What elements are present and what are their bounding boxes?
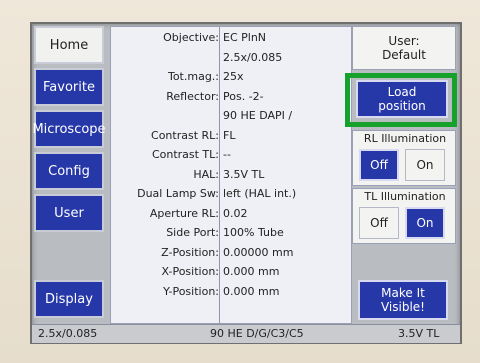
info-row-label: Reflector: [166,89,219,103]
info-row-label: HAL: [193,167,219,181]
info-row: X-Position: 0.000 mm [111,265,351,280]
info-row: Objective: EC PlnN [111,31,351,46]
nav-home-button[interactable]: Home [34,26,104,64]
rl-off-toggle[interactable]: Off [359,149,399,181]
info-row-label: Contrast RL: [151,128,219,142]
info-row: Z-Position: 0.00000 mm [111,246,351,261]
info-row-value: 0.02 [223,206,248,220]
info-row: Y-Position: 0.000 mm [111,285,351,300]
info-row: Reflector: Pos. -2- [111,90,351,105]
info-row-label: Y-Position: [163,284,219,298]
info-row-value: 25x [223,70,244,83]
info-row: HAL: 3.5V TL [111,168,351,183]
info-row-value: 2.5x/0.085 [223,50,283,64]
info-row: Contrast RL: FL [111,129,351,144]
user-label: User: [388,34,420,48]
nav-user-button[interactable]: User [34,194,104,232]
info-row-value: 0.000 mm [223,265,280,278]
info-row-label: Tot.mag.: [167,70,219,83]
left-nav: Home Favorite Microscope Config User Dis… [32,24,108,324]
info-row-value: EC PlnN [223,31,267,44]
info-row-label: Contrast TL: [151,148,219,161]
info-row-value: 90 HE DAPI / [223,109,293,122]
load-position-line2: position [378,99,426,113]
status-lamp: 3.5V TL [398,327,440,340]
info-row-value: Pos. -2- [223,89,264,103]
nav-config-button[interactable]: Config [34,152,104,190]
user-indicator: User: Default [352,26,456,70]
info-row-value: 0.00000 mm [223,245,294,259]
info-row: Dual Lamp Sw: left (HAL int.) [111,187,351,202]
info-row-value: 0.000 mm [223,284,280,298]
make-visible-line2: Visible! [380,300,425,314]
info-row-value: 3.5V TL [223,167,265,181]
info-row: 2.5x/0.085 [111,51,351,66]
tl-illumination-label: TL Illumination [364,190,446,203]
touch-screen: Home Favorite Microscope Config User Dis… [30,22,462,344]
rl-illumination-group: RL Illumination Off On [352,130,456,186]
info-row-label: X-Position: [161,265,220,278]
info-row: 90 HE DAPI / [111,109,351,124]
info-row-value: 100% Tube [223,226,284,239]
user-name: Default [382,48,426,62]
info-row-value: left (HAL int.) [223,187,297,200]
nav-favorite-button[interactable]: Favorite [34,68,104,106]
info-row-label: Side Port: [166,226,219,239]
status-objective: 2.5x/0.085 [38,327,98,340]
load-position-button[interactable]: Load position [356,80,448,118]
microscope-info-panel: Objective: EC PlnN 2.5x/0.085 Tot.mag.: 25x R… [110,26,352,324]
info-row-label: Dual Lamp Sw: [137,187,219,200]
tl-illumination-group: TL Illumination Off On [352,188,456,244]
make-it-visible-button[interactable]: Make It Visible! [358,280,448,320]
make-visible-line1: Make It [381,286,425,300]
nav-display-button[interactable]: Display [34,280,104,318]
info-row-value: -- [223,148,231,161]
rl-illumination-label: RL Illumination [363,132,447,145]
tl-on-toggle[interactable]: On [405,207,445,239]
load-position-line1: Load [387,85,417,99]
tl-off-toggle[interactable]: Off [359,207,399,239]
right-panel: User: Default Load position RL Illuminat… [345,26,457,322]
nav-microscope-button[interactable]: Microscope [32,110,106,148]
rl-on-toggle[interactable]: On [405,149,445,181]
status-bar: 2.5x/0.085 90 HE D/G/C3/C5 3.5V TL [32,324,460,343]
info-row: Tot.mag.: 25x [111,70,351,85]
info-row-label: Objective: [163,31,219,44]
info-row: Contrast TL: -- [111,148,351,163]
info-row: Side Port: 100% Tube [111,226,351,241]
info-row-label: Aperture RL: [149,206,219,220]
info-row: Aperture RL: 0.02 [111,207,351,222]
info-row-value: FL [223,128,236,142]
info-row-label: Z-Position: [161,245,219,259]
status-reflector: 90 HE D/G/C3/C5 [210,327,304,340]
